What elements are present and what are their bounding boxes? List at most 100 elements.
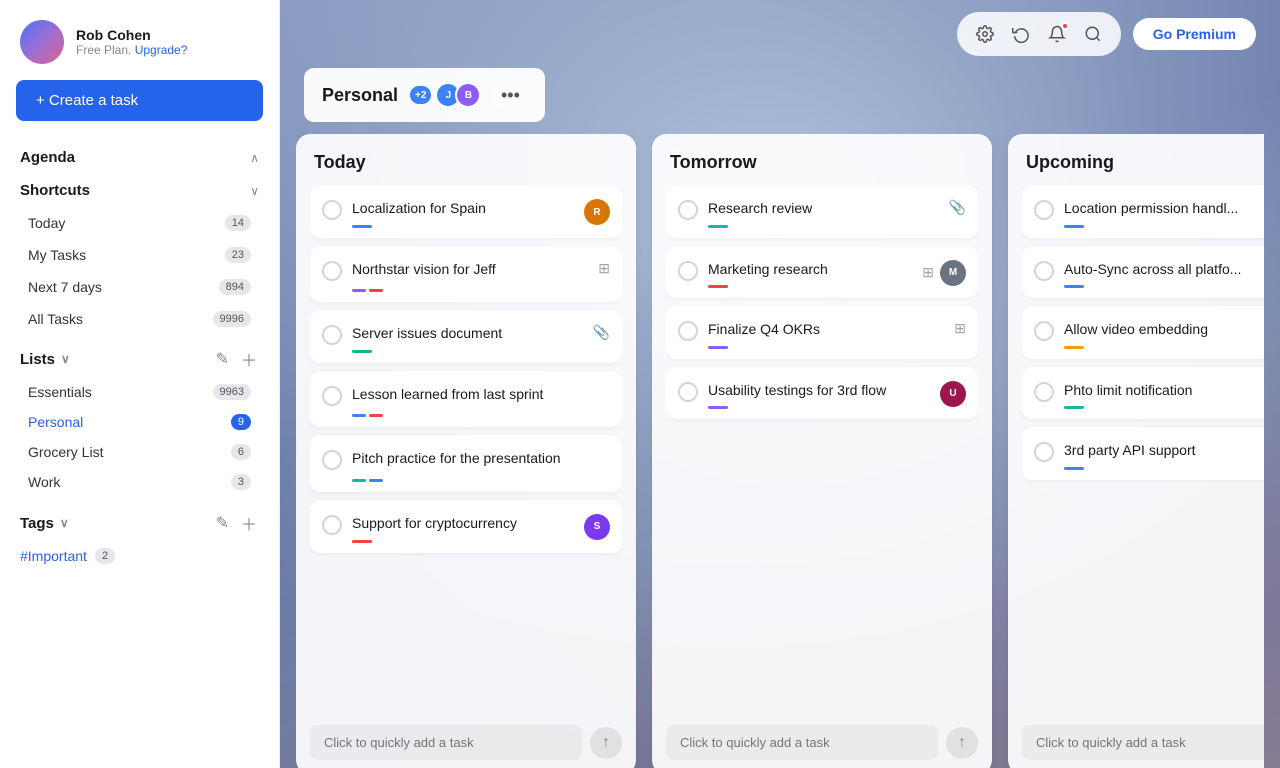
task-card[interactable]: Northstar vision for Jeff ⊞	[310, 246, 622, 303]
task-checkbox[interactable]	[322, 450, 342, 470]
task-card[interactable]: Support for cryptocurrency S	[310, 500, 622, 553]
topbar: Go Premium	[280, 0, 1280, 68]
task-name: Localization for Spain	[352, 199, 574, 219]
task-checkbox[interactable]	[678, 321, 698, 341]
board-title-tab: Personal +2 J B •••	[304, 68, 545, 122]
all-tasks-label: All Tasks	[28, 311, 83, 327]
sidebar-item-next7days[interactable]: Next 7 days 894	[8, 271, 271, 303]
task-card[interactable]: Finalize Q4 OKRs ⊞	[666, 306, 978, 359]
task-name: Finalize Q4 OKRs	[708, 320, 944, 340]
tags-title[interactable]: Tags ∨	[20, 515, 214, 532]
task-card[interactable]: Allow video embedding	[1022, 306, 1264, 359]
board-container: Personal +2 J B ••• Today Localization f…	[280, 68, 1280, 768]
go-premium-button[interactable]: Go Premium	[1133, 18, 1256, 50]
refresh-icon[interactable]	[1005, 18, 1037, 50]
sidebar-item-my-tasks[interactable]: My Tasks 23	[8, 239, 271, 271]
upgrade-link[interactable]: Upgrade?	[135, 43, 188, 57]
tag-item-important[interactable]: #Important 2	[0, 541, 279, 571]
personal-label: Personal	[28, 414, 223, 430]
lists-add-button[interactable]: ＋	[239, 345, 259, 373]
list-item-work[interactable]: Work 3	[8, 467, 271, 497]
task-checkbox[interactable]	[678, 200, 698, 220]
task-meta: S	[584, 514, 610, 540]
task-meta: U	[940, 381, 966, 407]
notification-icon[interactable]	[1041, 18, 1073, 50]
grocery-badge: 6	[231, 444, 251, 460]
settings-icon[interactable]	[969, 18, 1001, 50]
task-card[interactable]: Location permission handl...	[1022, 185, 1264, 238]
task-name: Location permission handl...	[1064, 199, 1264, 219]
task-checkbox[interactable]	[322, 261, 342, 281]
task-checkbox[interactable]	[678, 261, 698, 281]
tags-add-button[interactable]: ＋	[239, 509, 259, 537]
task-content: Lesson learned from last sprint	[352, 385, 610, 418]
task-card[interactable]: Auto-Sync across all platfo...	[1022, 246, 1264, 299]
task-card[interactable]: Localization for Spain R	[310, 185, 622, 238]
task-card[interactable]: Usability testings for 3rd flow U	[666, 367, 978, 420]
task-priority-dot	[352, 350, 372, 353]
task-secondary-dot	[369, 414, 383, 417]
task-name: Usability testings for 3rd flow	[708, 381, 930, 401]
board-more-button[interactable]: •••	[493, 78, 527, 112]
task-card[interactable]: Research review 📎	[666, 185, 978, 238]
list-item-personal[interactable]: Personal 9	[8, 407, 271, 437]
task-name: Support for cryptocurrency	[352, 514, 574, 534]
add-task-submit-button[interactable]: ↑	[946, 727, 978, 759]
task-card[interactable]: Server issues document 📎	[310, 310, 622, 363]
task-filter-icon: ⊞	[598, 260, 610, 277]
agenda-section[interactable]: Agenda ∧	[0, 141, 279, 174]
search-icon[interactable]	[1077, 18, 1109, 50]
add-task-input[interactable]	[310, 725, 582, 760]
task-checkbox[interactable]	[1034, 321, 1054, 341]
task-content: Auto-Sync across all platfo...	[1064, 260, 1264, 289]
important-tag-badge: 2	[95, 548, 115, 564]
task-checkbox[interactable]	[322, 515, 342, 535]
task-assignee-avatar: M	[940, 260, 966, 286]
task-card[interactable]: 3rd party API support 📎	[1022, 427, 1264, 480]
board-title: Personal	[322, 85, 398, 106]
column-tomorrow-title: Tomorrow	[666, 152, 978, 173]
create-task-button[interactable]: + Create a task	[16, 80, 263, 121]
task-card[interactable]: Lesson learned from last sprint	[310, 371, 622, 428]
task-name: Northstar vision for Jeff	[352, 260, 588, 280]
task-checkbox[interactable]	[322, 200, 342, 220]
sidebar-item-all-tasks[interactable]: All Tasks 9996	[8, 303, 271, 335]
task-card[interactable]: Phto limit notification	[1022, 367, 1264, 420]
personal-badge: 9	[231, 414, 251, 430]
attachment-icon: 📎	[593, 324, 610, 341]
essentials-badge: 9963	[213, 384, 251, 400]
task-card[interactable]: Pitch practice for the presentation	[310, 435, 622, 492]
task-content: 3rd party API support	[1064, 441, 1264, 470]
user-profile: Rob Cohen Free Plan. Upgrade?	[0, 0, 279, 80]
tags-edit-button[interactable]: ✎	[214, 509, 231, 537]
list-item-essentials[interactable]: Essentials 9963	[8, 377, 271, 407]
add-task-submit-button[interactable]: ↑	[590, 727, 622, 759]
task-assignee-avatar: U	[940, 381, 966, 407]
task-content: Phto limit notification	[1064, 381, 1264, 410]
add-task-input[interactable]	[666, 725, 938, 760]
main-content: Go Premium Personal +2 J B ••• Today	[280, 0, 1280, 768]
task-checkbox[interactable]	[678, 382, 698, 402]
task-list-today: Localization for Spain R Northstar visio…	[310, 185, 622, 717]
sidebar-item-today[interactable]: Today 14	[8, 207, 271, 239]
task-list-upcoming: Location permission handl... Auto-Sync a…	[1022, 185, 1264, 717]
task-filter-icon: ⊞	[922, 264, 934, 281]
list-item-grocery[interactable]: Grocery List 6	[8, 437, 271, 467]
task-checkbox[interactable]	[322, 386, 342, 406]
task-assignee-avatar: R	[584, 199, 610, 225]
task-content: Finalize Q4 OKRs	[708, 320, 944, 349]
column-today-title: Today	[310, 152, 622, 173]
task-checkbox[interactable]	[1034, 382, 1054, 402]
shortcuts-section[interactable]: Shortcuts ∨	[0, 174, 279, 207]
task-checkbox[interactable]	[1034, 442, 1054, 462]
task-checkbox[interactable]	[1034, 261, 1054, 281]
task-card[interactable]: Marketing research ⊞ M	[666, 246, 978, 299]
task-checkbox[interactable]	[322, 325, 342, 345]
add-task-input[interactable]	[1022, 725, 1264, 760]
column-upcoming: Upcoming Location permission handl... Au…	[1008, 134, 1264, 768]
task-checkbox[interactable]	[1034, 200, 1054, 220]
task-meta: ⊞	[954, 320, 966, 337]
lists-edit-button[interactable]: ✎	[214, 345, 231, 373]
lists-title[interactable]: Lists ∨	[20, 351, 214, 368]
task-name: Lesson learned from last sprint	[352, 385, 610, 405]
